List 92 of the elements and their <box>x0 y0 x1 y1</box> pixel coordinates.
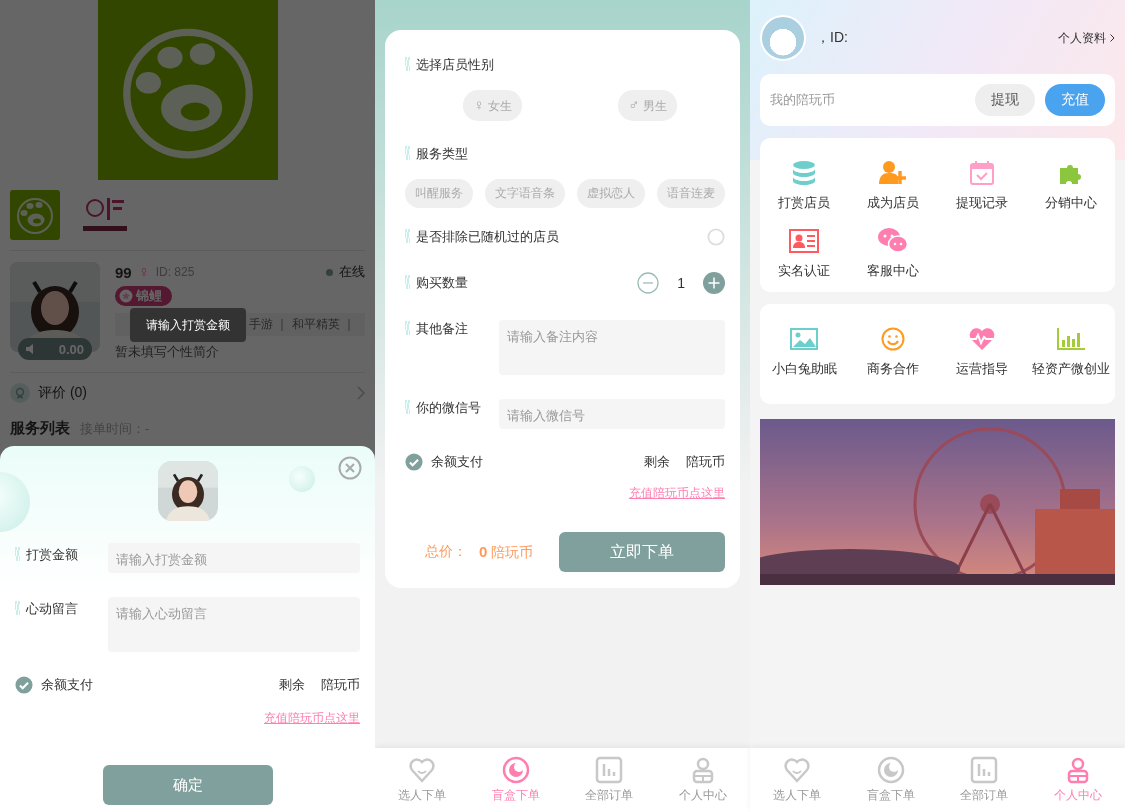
total-value: 0 <box>479 542 488 560</box>
reviews-row[interactable]: 评价 (0) <box>0 373 375 413</box>
heart-icon <box>407 756 436 784</box>
wallet-label: 我的陪玩币 <box>770 91 836 109</box>
total-label: 总价： <box>425 542 467 561</box>
menu-item[interactable]: 打赏店员 <box>760 158 849 212</box>
moon-icon <box>876 756 905 784</box>
tab[interactable]: 选人下单 <box>375 748 469 812</box>
profile-link[interactable]: 个人资料 <box>1058 29 1115 47</box>
user-id: ，ID: <box>816 29 849 47</box>
decorative-bubble <box>289 466 315 492</box>
menu-item[interactable]: 提现记录 <box>937 158 1027 212</box>
moon-icon <box>501 756 530 784</box>
section-title: 服务类型 <box>405 145 468 163</box>
bio-text: 暂未填写个性简介 <box>115 344 220 360</box>
plus-icon[interactable] <box>703 272 725 294</box>
avatar <box>760 15 806 61</box>
amount-field[interactable]: 请输入打赏金额 <box>108 543 360 573</box>
section-title: 是否排除已随机过的店员 <box>405 228 559 246</box>
section-title: 你的微信号 <box>405 399 491 429</box>
checkbox[interactable] <box>707 228 725 246</box>
star-icon <box>119 289 133 303</box>
chevron-right-icon <box>1110 34 1115 42</box>
user-name: 99 <box>115 263 132 281</box>
tab[interactable]: 个人中心 <box>1031 748 1125 812</box>
payment-label: 余额支付 <box>41 676 94 694</box>
section-title: 购买数量 <box>405 274 468 292</box>
chat-bubbles-icon <box>878 227 909 255</box>
currency-label: 陪玩币 <box>321 676 360 694</box>
chart-icon <box>970 756 999 784</box>
checkbox-checked[interactable] <box>15 676 33 694</box>
status-dot <box>326 268 333 276</box>
tab[interactable]: 全部订单 <box>562 748 657 812</box>
message-field[interactable]: 请输入心动留言 <box>108 597 360 652</box>
wechat-field[interactable]: 请输入微信号 <box>499 399 725 429</box>
recharge-link[interactable]: 充值陪玩币点这里 <box>629 486 725 500</box>
balance-label: 剩余 <box>644 453 670 471</box>
withdraw-button[interactable]: 提现 <box>975 84 1035 116</box>
chevron-right-icon <box>357 386 365 400</box>
field-label: 打赏金额 <box>15 543 88 573</box>
section-title: 其他备注 <box>405 320 491 375</box>
quantity-value: 1 <box>677 275 685 291</box>
database-icon <box>791 160 818 186</box>
award-icon <box>10 383 30 403</box>
menu-item[interactable]: 轻资产微创业 <box>1026 324 1115 378</box>
section-title: 服务列表 <box>10 419 70 438</box>
menu-item[interactable]: 分销中心 <box>1026 158 1115 212</box>
recharge-link[interactable]: 充值陪玩币点这里 <box>264 711 360 725</box>
minus-icon[interactable] <box>637 272 660 294</box>
gender-symbol: ♀ <box>137 263 150 281</box>
tab[interactable]: 选人下单 <box>750 748 844 812</box>
currency-label: 陪玩币 <box>686 453 725 471</box>
smiley-icon <box>881 327 906 351</box>
heart-icon <box>782 756 811 784</box>
menu-item[interactable]: 成为店员 <box>848 158 938 212</box>
field-label: 心动留言 <box>15 597 88 652</box>
service-option[interactable]: 叫醒服务 <box>405 179 473 208</box>
menu-item[interactable]: 实名认证 <box>760 226 849 280</box>
gender-option[interactable]: ♂ 男生 <box>618 90 677 121</box>
order-button[interactable]: 立即下单 <box>559 532 725 572</box>
tab[interactable]: 个人中心 <box>656 748 750 812</box>
currency-label: 陪玩币 <box>491 543 534 560</box>
tab[interactable]: 盲盒下单 <box>468 748 563 812</box>
menu-item[interactable]: 客服中心 <box>848 226 938 280</box>
service-option[interactable]: 虚拟恋人 <box>577 179 645 208</box>
balance-label: 剩余 <box>279 676 305 694</box>
payment-label: 余额支付 <box>431 453 484 471</box>
id-card-icon <box>789 229 820 253</box>
toast-message: 请输入打赏金额 <box>130 308 246 342</box>
confirm-button[interactable]: 确定 <box>102 765 273 805</box>
recharge-button[interactable]: 充值 <box>1045 84 1105 116</box>
menu-item[interactable]: 商务合作 <box>848 324 938 378</box>
level-badge: 锦鲤 <box>115 286 172 306</box>
bar-chart-icon <box>1056 328 1085 350</box>
notes-field[interactable]: 请输入备注内容 <box>499 320 725 375</box>
close-icon[interactable] <box>338 456 362 480</box>
calendar-check-icon <box>968 160 995 186</box>
checkbox-checked[interactable] <box>405 453 423 471</box>
chart-icon <box>595 756 624 784</box>
heartbeat-icon <box>967 327 996 351</box>
menu-item[interactable]: 小白兔助眠 <box>760 324 849 378</box>
service-option[interactable]: 文字语音条 <box>485 179 565 208</box>
menu-item[interactable]: 运营指导 <box>937 324 1027 378</box>
section-title: 选择店员性别 <box>405 56 494 74</box>
gender-option[interactable]: ♀ 女生 <box>463 90 522 121</box>
image-icon <box>790 328 819 350</box>
tab[interactable]: 盲盒下单 <box>843 748 938 812</box>
service-option[interactable]: 语音连麦 <box>657 179 725 208</box>
speaker-icon <box>26 344 36 354</box>
add-user-icon <box>879 160 908 186</box>
status-text: 在线 <box>339 263 365 281</box>
tab[interactable]: 全部订单 <box>937 748 1032 812</box>
